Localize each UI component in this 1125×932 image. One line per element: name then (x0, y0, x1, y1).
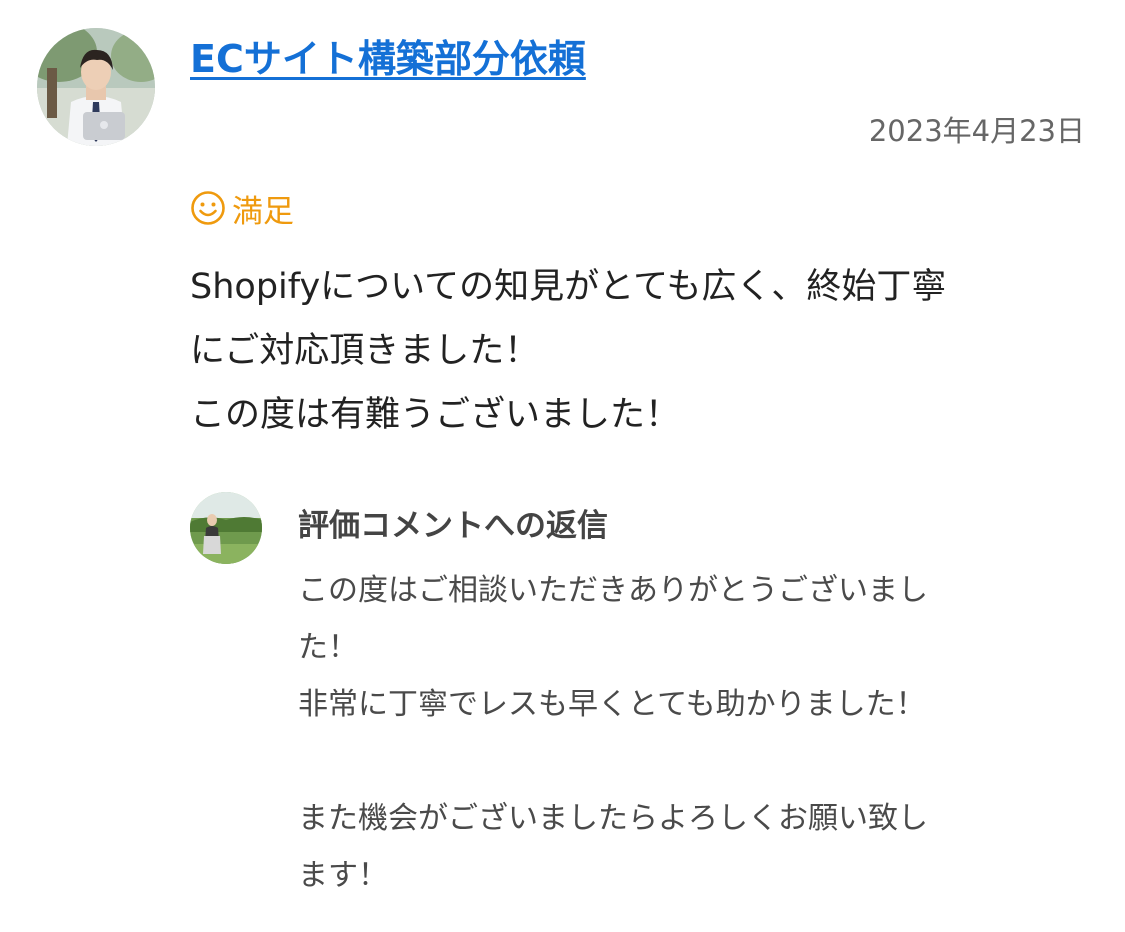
review-line: にご対応頂きました！ (190, 331, 540, 371)
smiley-icon (191, 191, 225, 225)
review-line: Shopifyについての知見がとても広く、終始丁寧 (190, 267, 947, 307)
reply-line: た！ (298, 630, 358, 665)
reply-line: ます！ (298, 858, 388, 893)
reply-line (298, 733, 1088, 790)
rating-label: 満足 (232, 193, 294, 230)
reviewer-avatar[interactable] (37, 28, 155, 146)
responder-avatar[interactable] (190, 492, 262, 564)
reply-body: この度はご相談いただきありがとうございまし た！ 非常に丁寧でレスも早くとても助… (298, 562, 1088, 904)
reply-heading: 評価コメントへの返信 (298, 508, 608, 544)
reply-line: この度はご相談いただきありがとうございまし (298, 573, 928, 608)
review-line: この度は有難うございました！ (190, 395, 681, 435)
job-title-link[interactable]: ECサイト構築部分依頼 (190, 28, 586, 83)
review-date: 2023年4月23日 (868, 114, 1085, 148)
reply-line: 非常に丁寧でレスも早くとても助かりました！ (298, 687, 926, 722)
reply-line: また機会がございましたらよろしくお願い致し (298, 801, 928, 836)
rating-badge: 満足 (190, 188, 294, 230)
review-text: Shopifyについての知見がとても広く、終始丁寧 にご対応頂きました！ この度… (190, 255, 1095, 447)
